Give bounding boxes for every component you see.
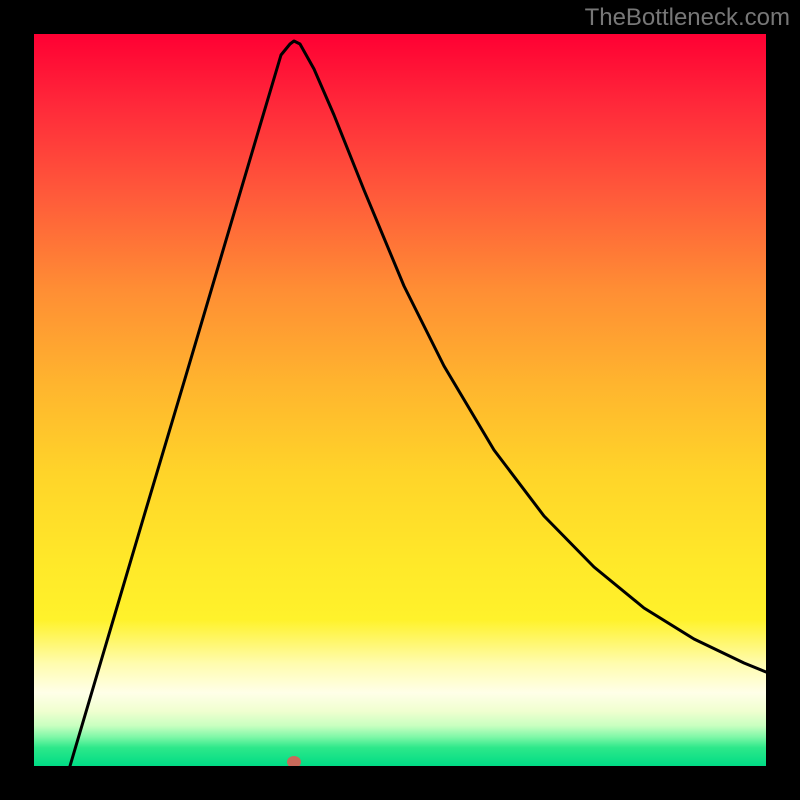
plot-area	[34, 34, 766, 766]
watermark-text: TheBottleneck.com	[585, 4, 790, 32]
bottleneck-curve	[34, 34, 766, 766]
minimum-marker-dot	[287, 756, 301, 766]
